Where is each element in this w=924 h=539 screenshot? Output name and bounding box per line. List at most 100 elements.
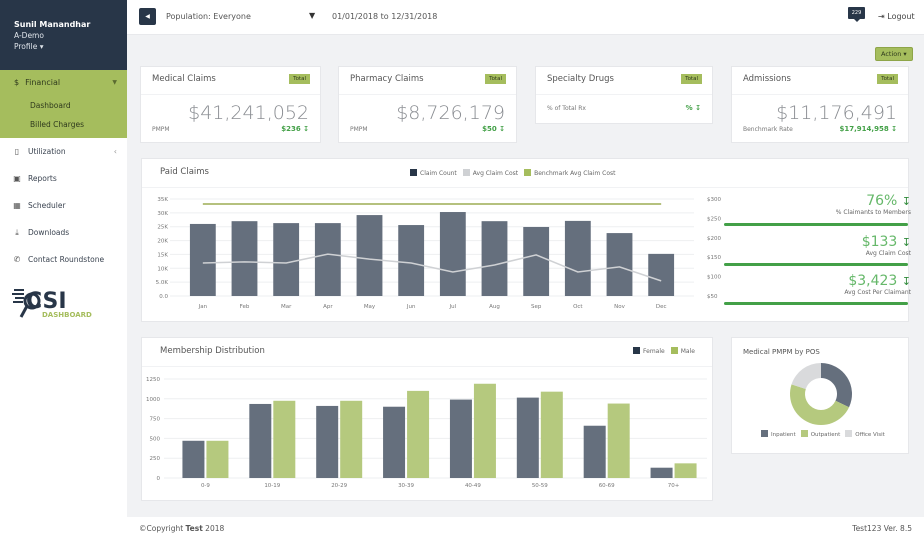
stat-label: Avg Cost Per Claimant [844, 289, 911, 296]
legend-item: Office Visit [845, 430, 885, 438]
top-bar: ◀ Population: Everyone ▼ 01/01/2018 to 1… [127, 0, 924, 35]
down-arrow-icon: ↧ [901, 195, 911, 208]
down-arrow-icon: ↧ [901, 236, 911, 249]
sidebar-item-downloads[interactable]: ⤓ Downloads [0, 219, 127, 246]
collapse-sidebar-button[interactable]: ◀ [139, 8, 156, 25]
bar-male [607, 403, 630, 478]
x-tick-label: 30-39 [398, 483, 414, 489]
bar-female [650, 467, 673, 478]
profile-dropdown[interactable]: Profile ▾ [14, 41, 127, 52]
bar-male [540, 391, 563, 478]
x-tick-label: Mar [281, 304, 292, 310]
stat-value: $133 [861, 234, 898, 250]
logo-subtext: DASHBOARD [42, 311, 92, 319]
kpi-label: % of Total Rx [547, 105, 586, 112]
x-tick-label: 20-29 [331, 483, 347, 489]
bar-claim-count [398, 225, 425, 296]
x-tick-label: Oct [573, 304, 583, 310]
bar-male [674, 463, 697, 478]
y-left-tick-label: 0.0 [159, 294, 168, 300]
sidebar-item-reports[interactable]: ▣ Reports [0, 165, 127, 192]
logout-button[interactable]: ⇥ Logout [878, 12, 915, 21]
x-tick-label: Aug [489, 304, 500, 310]
sidebar-subitem-billed-charges[interactable]: Billed Charges [30, 120, 84, 129]
stat-avg-claim-cost: $133 ↧ Avg Claim Cost [717, 234, 911, 257]
y-left-tick-label: 30K [157, 211, 168, 217]
population-selector[interactable]: Population: Everyone [166, 12, 251, 21]
action-dropdown[interactable]: Action ▾ [875, 47, 913, 61]
bar-claim-count [481, 221, 508, 296]
dollar-icon: $ [14, 78, 20, 87]
sidebar-item-utilization[interactable]: ▯ Utilization ‹ [0, 138, 127, 165]
legend-item: Avg Claim Cost [462, 169, 518, 177]
legend-item: Male [670, 347, 695, 355]
bar-male [407, 390, 430, 478]
x-tick-label: Dec [656, 304, 667, 310]
x-tick-label: 60-69 [599, 483, 615, 489]
kpi-title: Pharmacy Claims [350, 74, 424, 84]
date-range[interactable]: 01/01/2018 to 12/31/2018 [332, 12, 437, 21]
legend-item: Outpatient [800, 430, 840, 438]
sidebar-item-scheduler[interactable]: ▦ Scheduler [0, 192, 127, 219]
kpi-value: $11,176,491 [776, 102, 897, 124]
bar-claim-count [648, 253, 675, 296]
logout-icon: ⇥ [878, 12, 885, 21]
y-left-tick-label: 10K [157, 266, 168, 272]
donut-slice-inpatient [821, 363, 852, 408]
total-badge: Total [877, 74, 898, 84]
kpi-value: $41,241,052 [188, 102, 309, 124]
x-tick-label: Feb [240, 304, 250, 310]
panel-title: Paid Claims [160, 167, 209, 177]
sidebar-subitem-dashboard[interactable]: Dashboard [30, 101, 71, 110]
tablet-icon: ▯ [14, 147, 20, 156]
kpi-sub-value: $236 ↧ [281, 125, 309, 133]
x-tick-label: Apr [323, 304, 333, 310]
bar-claim-count [356, 215, 383, 296]
sidebar-item-financial[interactable]: $ Financial ▼ Dashboard Billed Charges [0, 70, 127, 138]
filter-icon[interactable]: ▼ [309, 11, 315, 20]
x-tick-label: 40-49 [465, 483, 481, 489]
kpi-specialty-drugs: Specialty Drugs Total % of Total Rx % ↧ [535, 66, 713, 124]
donut-slice-office-visit [791, 363, 821, 390]
download-icon: ⤓ [15, 227, 19, 237]
bar-claim-count [189, 223, 216, 296]
stat-avg-cost-claimant: $3,423 ↧ Avg Cost Per Claimant [717, 273, 911, 296]
kpi-sub-value: $50 ↧ [482, 125, 505, 133]
pos-donut-chart [790, 363, 852, 425]
bar-claim-count [606, 233, 633, 296]
kpi-admissions: Admissions Total $11,176,491 Benchmark R… [731, 66, 909, 143]
y-tick-label: 250 [150, 456, 161, 462]
notification-badge[interactable]: 229 [848, 7, 865, 22]
pos-panel: Medical PMPM by POS Inpatient Outpatient… [731, 337, 909, 454]
sidebar-item-contact[interactable]: ✆ Contact Roundstone [0, 246, 127, 273]
bar-male [340, 400, 363, 478]
x-tick-label: Jun [406, 304, 416, 310]
csi-dashboard-logo: CSI DASHBOARD [12, 289, 92, 319]
bar-female [383, 406, 406, 478]
kpi-label: Benchmark Rate [743, 126, 793, 133]
kpi-title: Specialty Drugs [547, 74, 614, 84]
legend-item: Female [633, 347, 665, 355]
x-tick-label: 50-59 [532, 483, 548, 489]
y-tick-label: 0 [157, 476, 161, 482]
bar-claim-count [564, 220, 591, 296]
bar-female [516, 397, 539, 478]
footer: ©Copyright Test 2018 Test123 Ver. 8.5 [127, 517, 924, 539]
bar-female [449, 399, 472, 478]
kpi-label: PMPM [350, 126, 368, 133]
x-tick-label: Jul [449, 304, 457, 310]
stat-bar [724, 223, 908, 226]
x-tick-label: 70+ [668, 483, 680, 489]
sidebar: Sunil Manandhar A-Demo Profile ▾ $ Financ… [0, 0, 127, 539]
bar-female [316, 405, 339, 478]
x-tick-label: Jan [198, 304, 208, 310]
bar-female [249, 403, 272, 478]
sidebar-item-label: Utilization [28, 147, 66, 156]
bar-claim-count [231, 221, 258, 296]
version: Test123 Ver. 8.5 [852, 524, 912, 533]
bar-female [583, 425, 606, 478]
bar-male [473, 383, 496, 478]
kpi-title: Medical Claims [152, 74, 216, 84]
stat-value: $3,423 [848, 273, 898, 289]
stat-claimants: 76% ↧% Claimants to Members [717, 193, 911, 216]
